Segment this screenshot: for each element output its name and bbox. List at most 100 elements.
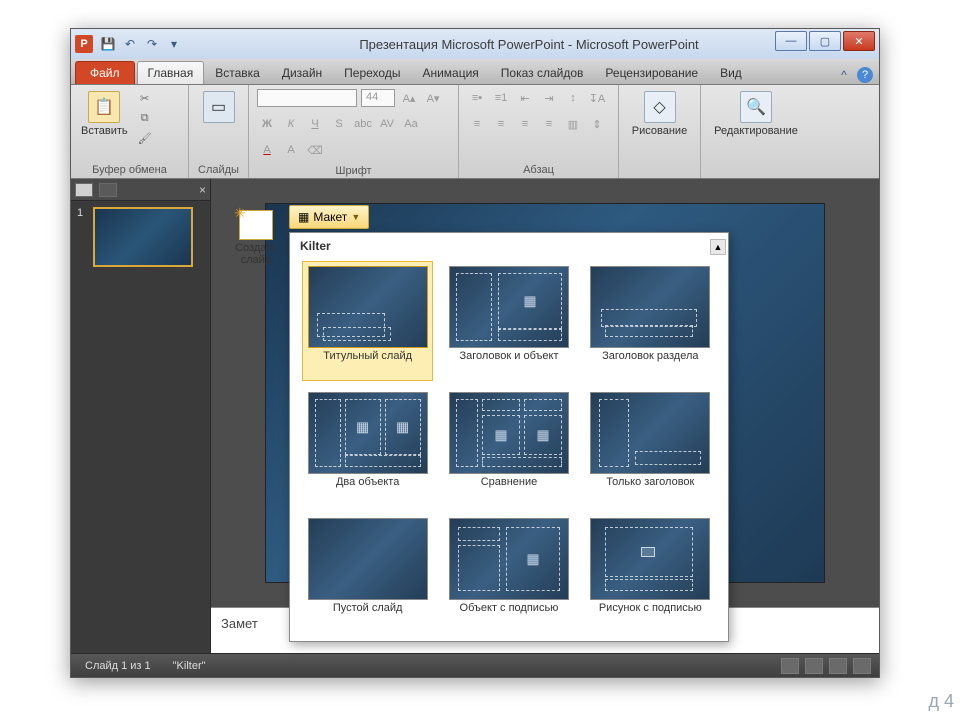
paste-button[interactable]: 📋 Вставить: [79, 89, 130, 139]
layout-thumb: [590, 518, 710, 600]
close-button[interactable]: ✕: [843, 31, 875, 51]
tab-design[interactable]: Дизайн: [271, 61, 333, 84]
layout-blank[interactable]: Пустой слайд: [302, 513, 433, 633]
font-color-icon[interactable]: A: [257, 141, 277, 159]
minimize-ribbon-icon[interactable]: ^: [835, 66, 853, 84]
group-clipboard: 📋 Вставить ✂ ⧉ 🖌 Буфер обмена: [71, 85, 189, 178]
shrink-font-icon[interactable]: A▾: [423, 89, 443, 107]
indent-dec-icon[interactable]: ⇤: [515, 89, 535, 107]
slideshow-view-icon[interactable]: [853, 658, 871, 674]
bold-icon[interactable]: Ж: [257, 115, 277, 133]
file-tab[interactable]: Файл: [75, 61, 135, 84]
save-icon[interactable]: 💾: [99, 35, 117, 53]
layout-dropdown-button[interactable]: ▦ Макет ▼: [289, 205, 369, 229]
layout-comparison[interactable]: Сравнение: [443, 387, 574, 507]
italic-icon[interactable]: К: [281, 115, 301, 133]
scroll-up-icon[interactable]: ▲: [710, 239, 726, 255]
font-size-combo[interactable]: 44: [361, 89, 395, 107]
paste-label: Вставить: [81, 125, 128, 137]
layout-label: Заголовок и объект: [459, 350, 558, 376]
ribbon-tabs: Файл Главная Вставка Дизайн Переходы Ани…: [71, 59, 879, 85]
copy-icon[interactable]: ⧉: [136, 109, 154, 127]
strike-icon[interactable]: abc: [353, 115, 373, 133]
line-spacing-icon[interactable]: ↕: [563, 89, 583, 107]
align-left-icon[interactable]: ≡: [467, 115, 487, 133]
slides-button[interactable]: ▭: [195, 89, 243, 125]
layout-gallery-popup: ▲ Kilter Титульный слайд Заголовок и объ…: [289, 232, 729, 642]
layout-label: Сравнение: [481, 476, 538, 502]
tab-home[interactable]: Главная: [137, 61, 205, 84]
layout-two-content[interactable]: Два объекта: [302, 387, 433, 507]
qat-dropdown-icon[interactable]: ▾: [165, 35, 183, 53]
slide-thumb-1[interactable]: 1: [71, 201, 210, 273]
align-center-icon[interactable]: ≡: [491, 115, 511, 133]
thumbs-header: ×: [71, 179, 210, 201]
layout-content-caption[interactable]: Объект с подписью: [443, 513, 574, 633]
ribbon: 📋 Вставить ✂ ⧉ 🖌 Буфер обмена ▭ Слайды: [71, 85, 879, 179]
align-text-icon[interactable]: ⇕: [587, 115, 607, 133]
new-slide-button[interactable]: Создать слайд: [227, 203, 285, 273]
layout-label: Рисунок с подписью: [599, 602, 702, 628]
outline-tab[interactable]: [99, 183, 117, 197]
layout-title-slide[interactable]: Титульный слайд: [302, 261, 433, 381]
layout-title-only[interactable]: Только заголовок: [585, 387, 716, 507]
reading-view-icon[interactable]: [829, 658, 847, 674]
format-painter-icon[interactable]: 🖌: [136, 129, 154, 147]
normal-view-icon[interactable]: [781, 658, 799, 674]
numbering-icon[interactable]: ≡1: [491, 89, 511, 107]
text-direction-icon[interactable]: ↧A: [587, 89, 607, 107]
tab-view[interactable]: Вид: [709, 61, 753, 84]
layout-thumb: [590, 266, 710, 348]
tab-review[interactable]: Рецензирование: [594, 61, 709, 84]
app-window: P 💾 ↶ ↷ ▾ Презентация Microsoft PowerPoi…: [70, 28, 880, 678]
layout-label: Два объекта: [336, 476, 399, 502]
layout-thumb: [449, 392, 569, 474]
maximize-button[interactable]: ▢: [809, 31, 841, 51]
editing-button[interactable]: 🔍 Редактирование: [712, 89, 800, 139]
align-right-icon[interactable]: ≡: [515, 115, 535, 133]
tab-insert[interactable]: Вставка: [204, 61, 271, 84]
spacing-icon[interactable]: AV: [377, 115, 397, 133]
quick-access-toolbar: 💾 ↶ ↷ ▾: [99, 35, 183, 53]
redo-icon[interactable]: ↷: [143, 35, 161, 53]
app-icon: P: [75, 35, 93, 53]
bullets-icon[interactable]: ≡▪: [467, 89, 487, 107]
justify-icon[interactable]: ≡: [539, 115, 559, 133]
tab-transitions[interactable]: Переходы: [333, 61, 411, 84]
layout-section-header[interactable]: Заголовок раздела: [585, 261, 716, 381]
close-pane-icon[interactable]: ×: [199, 183, 206, 197]
layout-title-content[interactable]: Заголовок и объект: [443, 261, 574, 381]
layout-picture-caption[interactable]: Рисунок с подписью: [585, 513, 716, 633]
group-paragraph-label: Абзац: [467, 162, 610, 176]
highlight-icon[interactable]: A: [281, 141, 301, 159]
page-corner-text: д 4: [928, 691, 954, 712]
titlebar: P 💾 ↶ ↷ ▾ Презентация Microsoft PowerPoi…: [71, 29, 879, 59]
indent-inc-icon[interactable]: ⇥: [539, 89, 559, 107]
case-icon[interactable]: Aa: [401, 115, 421, 133]
clear-format-icon[interactable]: ⌫: [305, 141, 325, 159]
cut-icon[interactable]: ✂: [136, 89, 154, 107]
group-slides: ▭ Слайды: [189, 85, 249, 178]
drawing-button[interactable]: ◇ Рисование: [630, 89, 689, 139]
tab-animations[interactable]: Анимация: [411, 61, 489, 84]
group-drawing: ◇ Рисование: [619, 85, 701, 178]
grow-font-icon[interactable]: A▴: [399, 89, 419, 107]
thumbnails-tab[interactable]: [75, 183, 93, 197]
group-paragraph: ≡▪ ≡1 ⇤ ⇥ ↕ ↧A ≡ ≡ ≡ ≡ ▥ ⇕ Абзац: [459, 85, 619, 178]
window-title: Презентация Microsoft PowerPoint - Micro…: [183, 37, 875, 52]
chevron-down-icon: ▼: [351, 212, 360, 222]
columns-icon[interactable]: ▥: [563, 115, 583, 133]
layout-label: Заголовок раздела: [602, 350, 698, 376]
font-family-combo[interactable]: [257, 89, 357, 107]
underline-icon[interactable]: Ч: [305, 115, 325, 133]
sorter-view-icon[interactable]: [805, 658, 823, 674]
status-slide-count: Слайд 1 из 1: [79, 660, 157, 672]
layout-thumb: [308, 392, 428, 474]
layout-thumb: [308, 266, 428, 348]
layout-thumb: [308, 518, 428, 600]
minimize-button[interactable]: —: [775, 31, 807, 51]
undo-icon[interactable]: ↶: [121, 35, 139, 53]
shadow-icon[interactable]: S: [329, 115, 349, 133]
help-icon[interactable]: ?: [857, 67, 873, 83]
tab-slideshow[interactable]: Показ слайдов: [490, 61, 595, 84]
